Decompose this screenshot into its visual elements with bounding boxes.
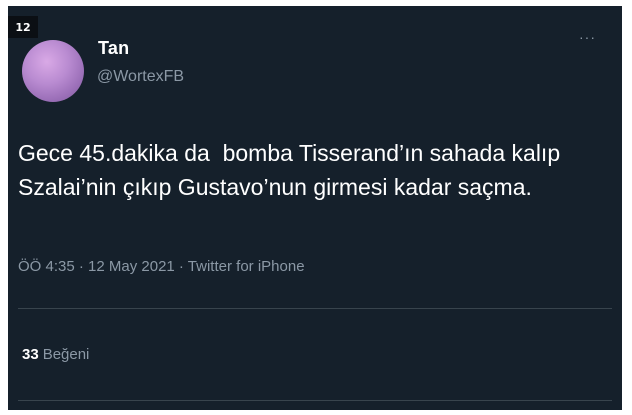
tweet-metadata: ÖÖ 4:35 · 12 May 2021 · Twitter for iPho…	[18, 258, 305, 275]
more-horizontal-icon[interactable]: ···	[579, 30, 596, 44]
likes-count: 33	[22, 346, 39, 363]
divider	[18, 308, 612, 309]
display-name[interactable]: Tan	[98, 38, 129, 59]
index-badge: 12	[8, 16, 38, 38]
username[interactable]: @WortexFB	[97, 68, 184, 86]
divider	[18, 400, 612, 401]
screenshot-frame: Tan @WortexFB ··· Gece 45.dakika da bomb…	[0, 0, 632, 415]
tweet-text: Gece 45.dakika da bomba Tisserand’ın sah…	[18, 140, 561, 200]
likes-stat[interactable]: 33 Beğeni	[22, 346, 89, 363]
likes-label: Beğeni	[42, 346, 90, 363]
tweet-card: Tan @WortexFB ··· Gece 45.dakika da bomb…	[8, 6, 622, 410]
avatar[interactable]	[22, 40, 84, 102]
